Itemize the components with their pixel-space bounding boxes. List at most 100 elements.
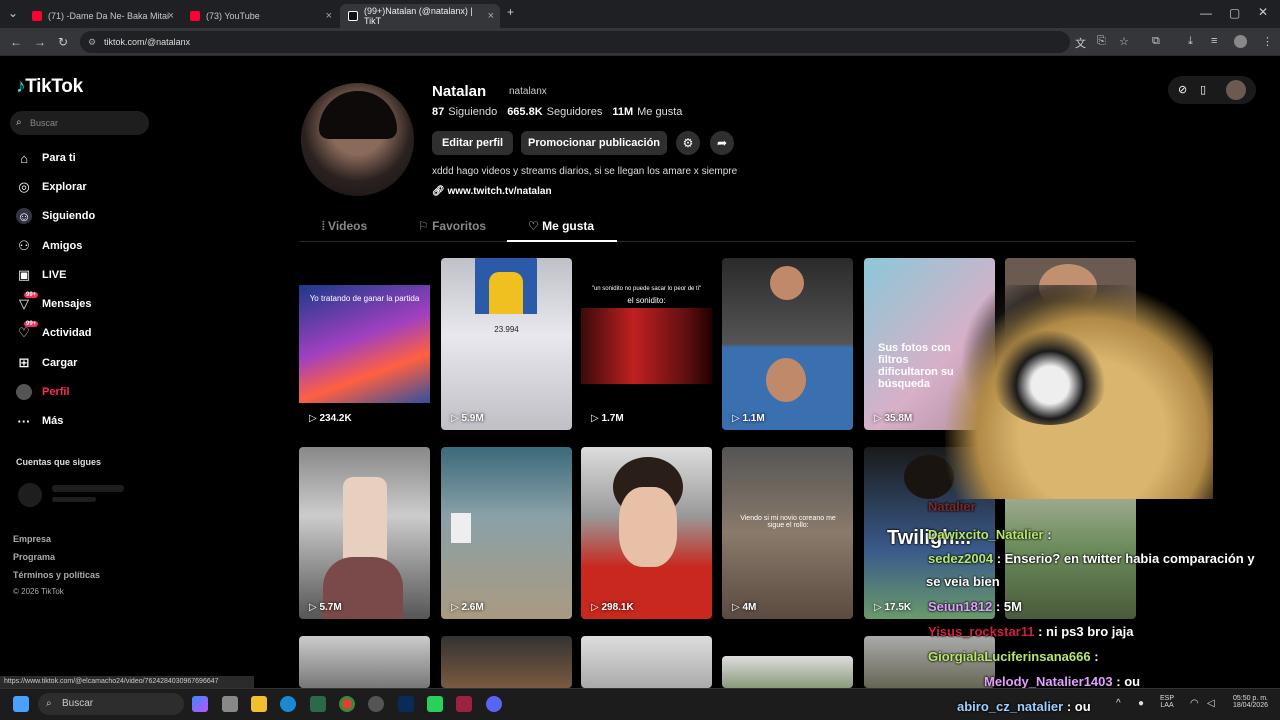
account-avatar-icon[interactable] [1234, 35, 1247, 48]
address-bar: ← → ↻ ⚙ tiktok.com/@natalanx 文 ⎘ ☆ ⧉ ⤓ ≡… [0, 28, 1280, 56]
forward-icon[interactable]: → [34, 35, 46, 49]
video-card[interactable] [299, 636, 430, 688]
avatar-hair [319, 91, 397, 139]
store-icon[interactable] [222, 696, 238, 712]
close-icon[interactable]: × [326, 10, 332, 22]
video-card[interactable]: ▷ 1.1M [722, 258, 853, 430]
profile-avatar[interactable] [301, 83, 414, 196]
settings-gear-icon[interactable]: ⚙ [676, 131, 700, 155]
sidebar-item-explorar[interactable]: ◎ Explorar [16, 176, 86, 198]
profile-link[interactable]: 🔗︎ www.twitch.tv/natalan [432, 186, 552, 197]
bookmark-star-icon[interactable]: ☆ [1119, 35, 1129, 48]
footer-link-terminos[interactable]: Términos y políticas [13, 570, 100, 580]
tab-me-gusta[interactable]: ♡ Me gusta [528, 219, 594, 233]
chrome-icon[interactable] [339, 696, 355, 712]
valorant-icon[interactable] [456, 696, 472, 712]
profile-bio: xddd hago videos y streams diarios, si s… [432, 166, 738, 177]
file-explorer-icon[interactable] [251, 696, 267, 712]
video-card[interactable]: ▷ 298.1K [581, 447, 712, 619]
youtube-icon [32, 11, 42, 21]
view-count: ▷ 298.1K [591, 602, 634, 613]
tiktok-logo[interactable]: ♪TikTok [16, 76, 83, 98]
kick-icon[interactable] [427, 696, 443, 712]
back-icon[interactable]: ← [10, 35, 22, 49]
new-tab-button[interactable]: + [507, 5, 514, 19]
discord-icon[interactable] [486, 696, 502, 712]
sidebar-item-amigos[interactable]: ⚇ Amigos [16, 235, 82, 257]
tab-2[interactable]: (73) YouTube × [182, 4, 338, 28]
menu-icon[interactable]: ⋮ [1262, 35, 1273, 48]
tab-1[interactable]: (71) -Dame Da Ne- Baka Mitai × [24, 4, 180, 28]
sidebar-item-actividad[interactable]: ♡ 99+ Actividad [16, 321, 92, 344]
download-icon[interactable]: ⤓ [1188, 35, 1193, 48]
tab-3-active[interactable]: (99+)Natalan (@natalanx) | TikT × [340, 4, 500, 28]
url-field[interactable]: ⚙ tiktok.com/@natalanx [80, 31, 1070, 53]
excel-icon[interactable] [310, 696, 326, 712]
skeleton-line [52, 485, 124, 492]
search-input[interactable]: ⌕ Buscar [10, 111, 149, 135]
copilot-icon[interactable] [192, 696, 208, 712]
views-text: 5.9M [461, 413, 484, 424]
reload-icon[interactable]: ↻ [58, 35, 68, 49]
extensions-icon[interactable]: ⧉ [1152, 35, 1160, 48]
skeleton-avatar [18, 483, 42, 507]
sidebar-item-mas[interactable]: ··· Más [16, 410, 64, 432]
media-icon[interactable]: ≡ [1211, 35, 1217, 47]
footer-link-programa[interactable]: Programa [13, 552, 55, 562]
tab-videos[interactable]: ⦙ Videos [322, 219, 367, 234]
video-card[interactable] [441, 636, 572, 688]
install-icon[interactable]: ⎘ [1097, 35, 1106, 48]
views-text: 234.2K [319, 413, 352, 424]
close-icon[interactable]: × [488, 10, 494, 22]
translate-icon[interactable]: 文 [1075, 35, 1086, 51]
taskbar-search[interactable]: ⌕ Buscar [38, 693, 184, 715]
video-card[interactable] [581, 636, 712, 688]
windows-start-icon[interactable] [13, 696, 29, 712]
views-text: 1.7M [601, 413, 624, 424]
sidebar-item-mensajes[interactable]: ▽ 99+ Mensajes [16, 292, 92, 315]
footer-link-empresa[interactable]: Empresa [13, 534, 51, 544]
video-card[interactable]: Viendo si mi novio coreano me sigue el r… [722, 447, 853, 619]
sidebar-item-siguiendo[interactable]: ☺ Siguiendo [16, 205, 95, 227]
maximize-icon[interactable]: ▢ [1229, 6, 1240, 20]
tray-chevron-icon[interactable]: ^ [1116, 698, 1121, 709]
language-indicator[interactable]: ESP LAA [1160, 695, 1174, 709]
tab-list-icon[interactable]: ⌄ [8, 6, 18, 20]
tab-favoritos[interactable]: ⚐ Favoritos [418, 219, 486, 233]
close-window-icon[interactable]: ✕ [1258, 5, 1268, 19]
wifi-icon[interactable]: ◠ [1190, 698, 1199, 709]
clock[interactable]: 05:50 p. m. 18/04/2026 [1224, 695, 1268, 709]
video-card[interactable]: ▷ 2.6M [441, 447, 572, 619]
logo-text: TikTok [25, 76, 83, 97]
views-text: 17.5K [884, 602, 912, 613]
following-stat[interactable]: 87 Siguiendo [432, 106, 497, 118]
phone-icon[interactable]: ▯ [1200, 83, 1206, 96]
video-card[interactable]: ▷ 5.7M [299, 447, 430, 619]
sidebar-item-perfil[interactable]: Perfil [16, 381, 70, 403]
microphone-icon[interactable]: ● [1138, 698, 1144, 709]
chat-line: GiorgialaLuciferinsana666 : [928, 649, 1099, 664]
photoshop-icon[interactable] [398, 696, 414, 712]
video-thumbnail [475, 258, 537, 314]
sidebar-item-para-ti[interactable]: ⌂ Para ti [16, 147, 76, 169]
sidebar-item-cargar[interactable]: ⊞ Cargar [16, 352, 78, 374]
chat-message: : [1047, 527, 1052, 542]
volume-icon[interactable]: ◁ [1207, 698, 1215, 709]
close-icon[interactable]: × [168, 10, 174, 22]
edge-icon[interactable] [280, 696, 296, 712]
video-card[interactable]: 23.994 ▷ 5.9M [441, 258, 572, 430]
followers-stat[interactable]: 665.8K Seguidores [507, 106, 602, 118]
video-card[interactable]: Yo tratando de ganar la partida ▷ 234.2K [299, 258, 430, 430]
minimize-icon[interactable]: — [1200, 6, 1212, 20]
promote-post-button[interactable]: Promocionar publicación [521, 131, 667, 155]
sidebar-item-live[interactable]: ▣ LIVE [16, 264, 67, 286]
coins-icon[interactable]: ⊘ [1178, 83, 1187, 96]
user-avatar[interactable] [1226, 80, 1246, 100]
view-count: ▷ 4M [732, 602, 757, 613]
video-card[interactable] [722, 656, 853, 688]
edit-profile-button[interactable]: Editar perfil [432, 131, 513, 155]
site-info-icon[interactable]: ⚙ [88, 31, 96, 53]
share-icon[interactable]: ➦ [710, 131, 734, 155]
github-icon[interactable] [368, 696, 384, 712]
video-card[interactable]: "un sonidito no puede sacar lo peor de t… [581, 258, 712, 430]
